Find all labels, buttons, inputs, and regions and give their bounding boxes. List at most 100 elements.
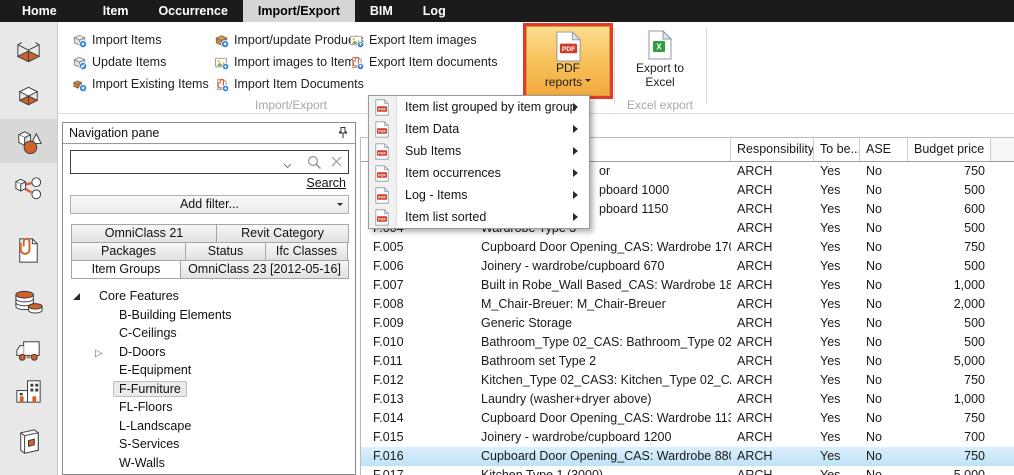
sidebar-item-costs[interactable] xyxy=(0,279,57,323)
ribbon-tab[interactable]: Import/Export xyxy=(243,0,355,22)
tree-item[interactable]: E-Equipment xyxy=(63,361,355,380)
import-update-products-icon xyxy=(214,33,229,48)
export-to-excel-button[interactable]: X Export to Excel xyxy=(620,26,700,96)
ribbon-tab[interactable]: Item xyxy=(88,0,144,22)
table-row[interactable]: F.016 Cupboard Door Opening_CAS: Wardrob… xyxy=(361,447,1014,466)
sidebar-item-shapes[interactable] xyxy=(0,119,57,163)
search-icon[interactable] xyxy=(307,155,322,173)
svg-text:PDF: PDF xyxy=(561,46,574,53)
column-header-responsibility[interactable]: Responsibility xyxy=(731,138,814,161)
tree-item[interactable]: W-Walls xyxy=(63,454,355,473)
sidebar-item-model-box[interactable] xyxy=(0,75,57,119)
tab-item-groups[interactable]: Item Groups xyxy=(71,260,181,279)
table-row[interactable]: F.011 Bathroom set Type 2 ARCH Yes No 5,… xyxy=(361,352,1014,371)
tab-omniclass-23[interactable]: OmniClass 23 [2012-05-16] xyxy=(180,260,349,279)
ribbon-tab[interactable]: Home xyxy=(5,0,74,22)
pdf-report-menu-item[interactable]: PDF Item list grouped by item group xyxy=(369,96,589,118)
export-item-documents-button[interactable]: Export Item documents xyxy=(347,51,500,73)
search-history-chevron-icon[interactable] xyxy=(283,158,292,172)
tab-omniclass-21[interactable]: OmniClass 21 xyxy=(71,224,217,243)
table-row[interactable]: F.010 Bathroom_Type 02_CAS: Bathroom_Typ… xyxy=(361,333,1014,352)
table-row[interactable]: F.014 Cupboard Door Opening_CAS: Wardrob… xyxy=(361,409,1014,428)
navigation-pane-title: Navigation pane xyxy=(69,126,159,140)
import-item-documents-button[interactable]: Import Item Documents xyxy=(212,73,366,95)
tree-expander-icon xyxy=(73,289,99,303)
search-input[interactable] xyxy=(73,152,267,172)
pdf-file-icon: PDF xyxy=(375,121,389,138)
search-link[interactable]: Search xyxy=(63,176,355,190)
submenu-arrow-icon xyxy=(573,169,582,177)
pdf-report-menu-item[interactable]: PDF Item list sorted xyxy=(369,206,589,228)
pdf-file-icon: PDF xyxy=(375,99,389,116)
import-existing-items-button[interactable]: Import Existing Items xyxy=(70,73,211,95)
import-items-icon xyxy=(72,33,87,48)
column-header-to-be[interactable]: To be... xyxy=(814,138,860,161)
ribbon-tab[interactable]: BIM xyxy=(355,0,408,22)
column-header-ase[interactable]: ASE xyxy=(860,138,908,161)
submenu-arrow-icon xyxy=(573,147,582,155)
update-items-icon xyxy=(72,55,87,70)
table-row[interactable]: F.005 Cupboard Door Opening_CAS: Wardrob… xyxy=(361,238,1014,257)
add-filter-dropdown[interactable]: Add filter... xyxy=(70,195,349,214)
tree-expander-icon xyxy=(95,345,119,359)
tab-packages[interactable]: Packages xyxy=(71,242,186,261)
table-row[interactable]: F.017 Kitchen Type 1 (3000) ARCH Yes No … xyxy=(361,466,1014,475)
pdf-file-icon: PDF xyxy=(375,209,389,226)
export-images-icon xyxy=(349,33,364,48)
search-box xyxy=(70,150,349,174)
relations-icon xyxy=(12,172,45,205)
buildings-icon xyxy=(12,375,45,408)
export-documents-icon xyxy=(349,55,364,70)
tree-item[interactable]: S-Services xyxy=(63,435,355,454)
pdf-reports-button[interactable]: PDF PDF reports xyxy=(526,26,610,96)
tree-item[interactable]: FL-Floors xyxy=(63,398,355,417)
clear-search-icon[interactable] xyxy=(330,155,343,171)
tree-item[interactable]: D-Doors xyxy=(63,343,355,362)
table-row[interactable]: F.006 Joinery - wardrobe/cupboard 670 AR… xyxy=(361,257,1014,276)
import-documents-icon xyxy=(214,77,229,92)
logistics-truck-icon xyxy=(12,334,45,367)
table-row[interactable]: F.008 M_Chair-Breuer: M_Chair-Breuer ARC… xyxy=(361,295,1014,314)
pdf-report-menu-item[interactable]: PDF Item occurrences xyxy=(369,162,589,184)
pin-icon[interactable] xyxy=(336,126,350,140)
tab-revit-category[interactable]: Revit Category xyxy=(216,224,349,243)
import-update-products-button[interactable]: Import/update Products xyxy=(212,29,366,51)
dropdown-arrow-icon xyxy=(585,79,591,85)
table-row[interactable]: F.012 Kitchen_Type 02_CAS3: Kitchen_Type… xyxy=(361,371,1014,390)
tree-item[interactable]: C-Ceilings xyxy=(63,324,355,343)
sidebar-item-product-box[interactable] xyxy=(0,420,57,464)
export-item-images-button[interactable]: Export Item images xyxy=(347,29,500,51)
table-row[interactable]: F.013 Laundry (washer+dryer above) ARCH … xyxy=(361,390,1014,409)
tree-item[interactable]: L-Landscape xyxy=(63,417,355,436)
sidebar-item-buildings[interactable] xyxy=(0,369,57,413)
tab-status[interactable]: Status xyxy=(185,242,266,261)
sidebar-item-logistics[interactable] xyxy=(0,328,57,372)
table-row[interactable]: F.007 Built in Robe_Wall Based_CAS: Ward… xyxy=(361,276,1014,295)
tree-item[interactable]: B-Building Elements xyxy=(63,306,355,325)
sidebar-item-model-box-open[interactable] xyxy=(0,30,57,74)
sidebar-item-relations[interactable] xyxy=(0,166,57,210)
pdf-reports-dropdown-menu: PDF Item list grouped by item group PDF … xyxy=(368,95,590,229)
column-header-budget-price[interactable]: Budget price xyxy=(908,138,991,161)
ribbon-tab[interactable]: Occurrence xyxy=(143,0,242,22)
sidebar-item-documents[interactable] xyxy=(0,228,57,272)
svg-text:PDF: PDF xyxy=(378,150,387,155)
dropdown-arrow-icon xyxy=(337,203,343,209)
pdf-report-menu-item[interactable]: PDF Sub Items xyxy=(369,140,589,162)
svg-text:X: X xyxy=(656,43,662,52)
pdf-report-menu-item[interactable]: PDF Item Data xyxy=(369,118,589,140)
app-sidebar xyxy=(0,22,58,475)
table-row[interactable]: F.015 Joinery - wardrobe/cupboard 1200 A… xyxy=(361,428,1014,447)
tree-item[interactable]: F-Furniture xyxy=(63,380,355,399)
ribbon-tab[interactable]: Log xyxy=(408,0,461,22)
import-items-button[interactable]: Import Items xyxy=(70,29,211,51)
submenu-arrow-icon xyxy=(573,213,582,221)
table-row[interactable]: F.009 Generic Storage ARCH Yes No 500 xyxy=(361,314,1014,333)
documents-icon xyxy=(12,234,45,267)
update-items-button[interactable]: Update Items xyxy=(70,51,211,73)
import-images-to-items-button[interactable]: Import images to Items xyxy=(212,51,366,73)
tab-ifc-classes[interactable]: Ifc Classes xyxy=(265,242,348,261)
item-groups-tree: Core Features B-Building Elements C-Ceil… xyxy=(63,287,355,472)
pdf-report-menu-item[interactable]: PDF Log - Items xyxy=(369,184,589,206)
tree-item[interactable]: Core Features xyxy=(63,287,355,306)
